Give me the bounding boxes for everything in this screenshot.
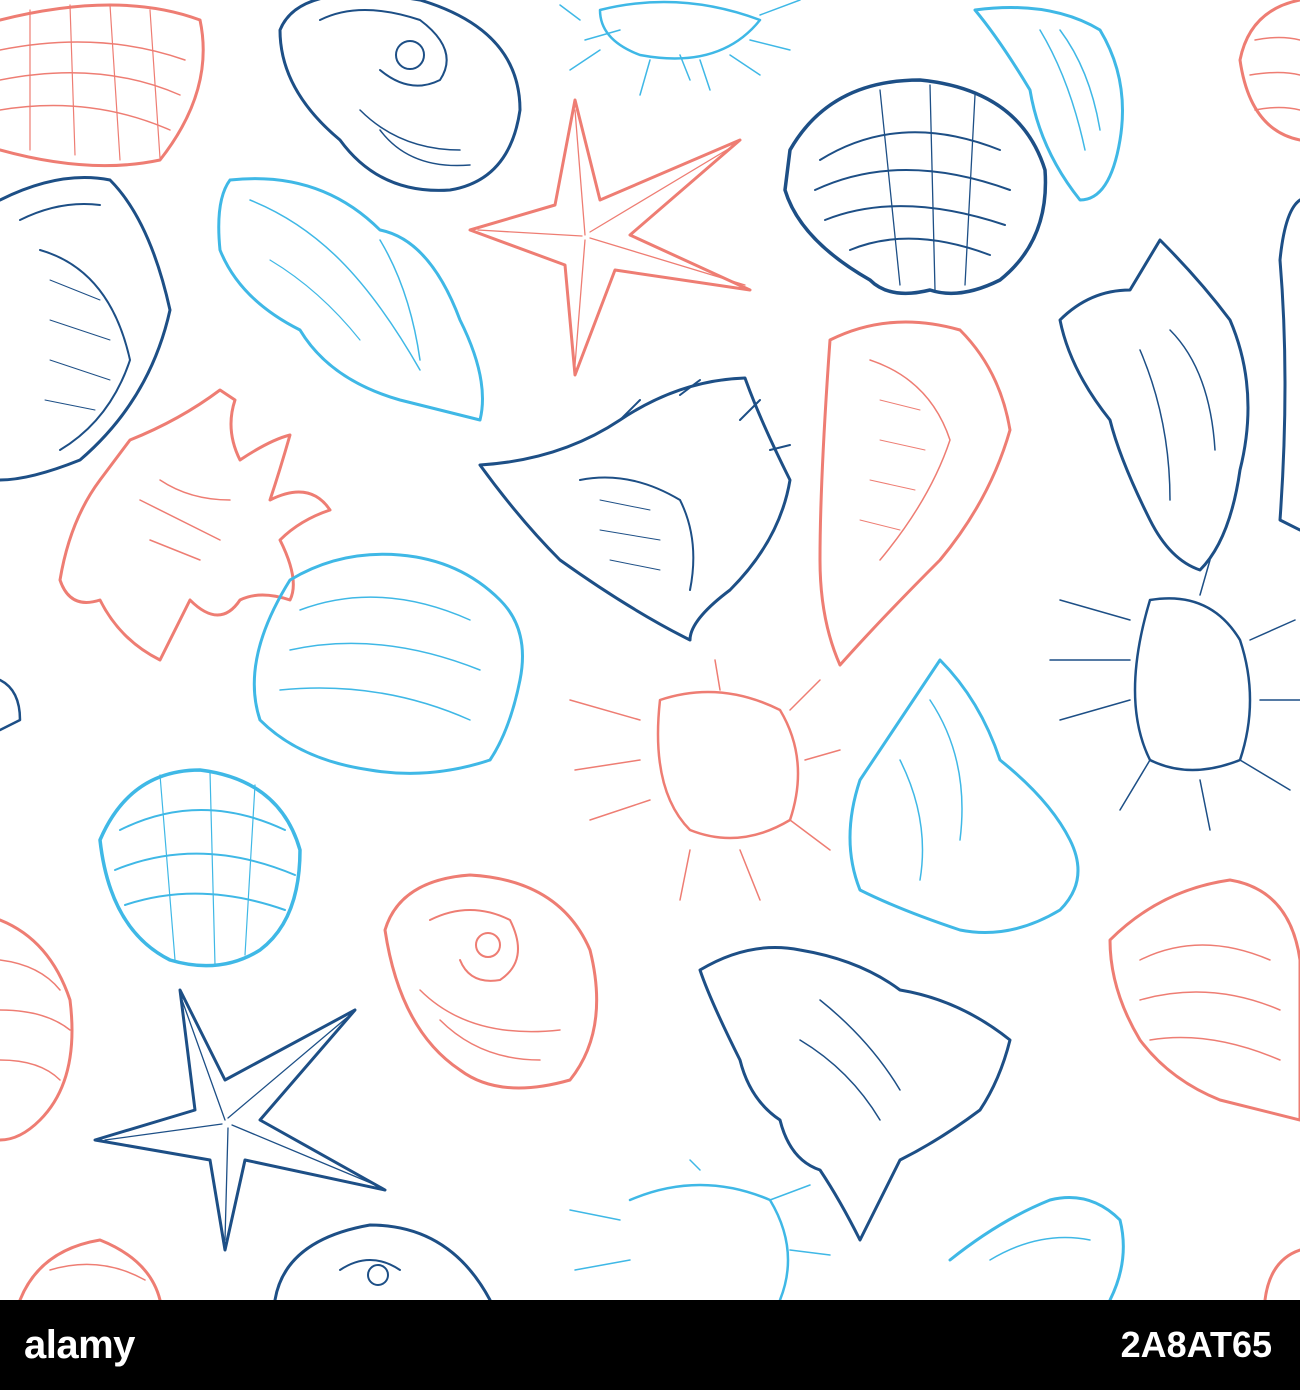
scallop-shell <box>0 918 74 1142</box>
nautilus-shell <box>383 873 599 1090</box>
conch-shell <box>1058 238 1250 572</box>
conch-shell <box>948 1196 1125 1300</box>
nautilus-shell <box>273 1223 492 1300</box>
sea-urchin <box>559 0 801 96</box>
scallop-shell <box>783 78 1048 296</box>
scallop-shell <box>1238 0 1300 142</box>
spider-conch <box>58 388 332 662</box>
whelk-shell <box>848 658 1080 934</box>
seashell-pattern <box>0 0 1300 1300</box>
sea-urchin <box>569 659 841 901</box>
scallop-shell <box>98 768 302 968</box>
scallop-shell <box>18 1238 162 1300</box>
murex-shell <box>478 376 792 642</box>
watermark-footer: alamy 2A8AT65 <box>0 1300 1300 1390</box>
conch-shell <box>217 177 484 422</box>
conch-shell <box>1108 878 1300 1122</box>
alamy-logo: alamy <box>24 1323 135 1367</box>
scallop-shell <box>0 3 205 168</box>
image-id-label: 2A8AT65 <box>1120 1324 1272 1365</box>
scallop-shell <box>1263 1248 1300 1300</box>
conch-shell <box>1278 198 1300 532</box>
starfish <box>93 988 387 1252</box>
spider-conch <box>698 946 1012 1242</box>
sea-urchin <box>1049 559 1300 831</box>
murex-shell <box>0 678 22 732</box>
whelk-shell <box>818 320 1012 667</box>
nautilus-shell <box>278 0 522 192</box>
sea-urchin <box>569 1159 831 1300</box>
